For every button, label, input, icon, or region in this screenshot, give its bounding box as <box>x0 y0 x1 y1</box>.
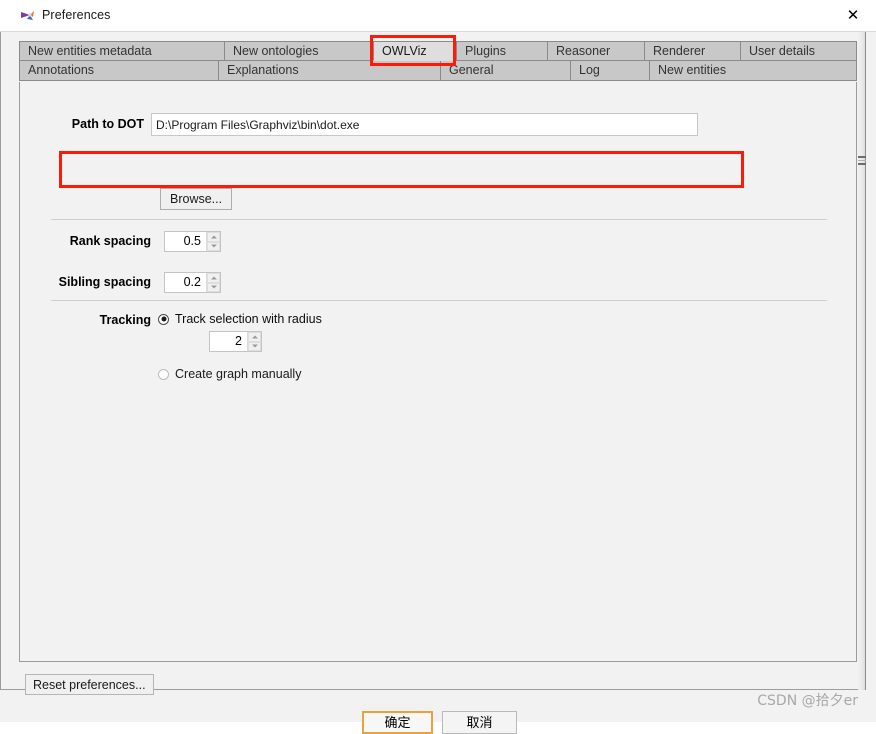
close-glyph: ✕ <box>846 6 860 24</box>
separator-2 <box>51 300 827 301</box>
rank-spacing-label: Rank spacing <box>69 234 151 248</box>
sibling-spacing-arrows[interactable] <box>206 273 220 292</box>
path-to-dot-label: Path to DOT <box>71 117 144 131</box>
tab-user-details[interactable]: User details <box>740 41 857 61</box>
radio-checked-icon <box>158 313 169 325</box>
sibling-spacing-stepper[interactable]: 0.2 <box>164 272 221 293</box>
owlviz-settings-panel <box>19 82 857 662</box>
radio-unchecked-icon <box>158 368 169 380</box>
rank-spacing-value: 0.5 <box>165 232 206 251</box>
ok-button[interactable]: 确定 <box>362 711 433 734</box>
tracking-radius-arrows[interactable] <box>247 332 261 351</box>
tab-renderer[interactable]: Renderer <box>644 41 740 61</box>
tab-general[interactable]: General <box>440 61 570 81</box>
split-pane-divider[interactable] <box>858 32 866 690</box>
cancel-button[interactable]: 取消 <box>442 711 517 734</box>
sibling-spacing-label: Sibling spacing <box>58 275 151 289</box>
split-grip-handle[interactable] <box>858 156 866 166</box>
tab-new-ontologies[interactable]: New ontologies <box>224 41 373 61</box>
chevron-up-icon[interactable] <box>207 232 220 242</box>
tab-owlviz[interactable]: OWLViz <box>373 41 456 61</box>
preferences-window: Preferences ✕ New entities metadata New o… <box>0 0 876 734</box>
tab-annotations[interactable]: Annotations <box>19 61 218 81</box>
radio-track-label: Track selection with radius <box>175 312 322 326</box>
window-title: Preferences <box>42 8 111 22</box>
rank-spacing-arrows[interactable] <box>206 232 220 251</box>
path-to-dot-row: Path to DOT <box>43 111 743 141</box>
protege-icon <box>19 8 36 25</box>
title-bar: Preferences ✕ <box>0 0 876 32</box>
tab-row-primary: New entities metadata New ontologies OWLVi… <box>19 41 857 61</box>
tab-plugins[interactable]: Plugins <box>456 41 547 61</box>
radio-create-graph-manually[interactable]: Create graph manually <box>158 367 301 381</box>
chevron-down-icon[interactable] <box>248 341 261 351</box>
chevron-down-icon[interactable] <box>207 282 220 292</box>
chevron-up-icon[interactable] <box>207 273 220 283</box>
close-icon[interactable]: ✕ <box>830 0 876 31</box>
preferences-tabs: New entities metadata New ontologies OWLVi… <box>19 41 857 81</box>
tracking-radius-value: 2 <box>210 332 247 351</box>
chevron-up-icon[interactable] <box>248 332 261 342</box>
radio-track-selection-with-radius[interactable]: Track selection with radius <box>158 312 322 326</box>
tab-row-secondary: Annotations Explanations General Log New ent… <box>19 61 857 81</box>
path-to-dot-input[interactable] <box>151 113 698 136</box>
dialog-body: New entities metadata New ontologies OWLVi… <box>0 32 866 734</box>
tab-explanations[interactable]: Explanations <box>218 61 440 81</box>
browse-button[interactable]: Browse... <box>160 188 233 210</box>
reset-preferences-button[interactable]: Reset preferences... <box>25 674 154 695</box>
chevron-down-icon[interactable] <box>207 241 220 251</box>
watermark-text: CSDN @拾夕er <box>757 693 858 709</box>
tab-new-entities-metadata[interactable]: New entities metadata <box>19 41 224 61</box>
rank-spacing-stepper[interactable]: 0.5 <box>164 231 221 252</box>
separator-1 <box>51 219 827 220</box>
tab-reasoner[interactable]: Reasoner <box>547 41 644 61</box>
radio-manual-label: Create graph manually <box>175 367 302 381</box>
sibling-spacing-value: 0.2 <box>165 273 206 292</box>
tracking-radius-stepper[interactable]: 2 <box>209 331 262 352</box>
tab-new-entities[interactable]: New entities <box>649 61 857 81</box>
tracking-label: Tracking <box>99 313 151 327</box>
tab-log[interactable]: Log <box>570 61 649 81</box>
